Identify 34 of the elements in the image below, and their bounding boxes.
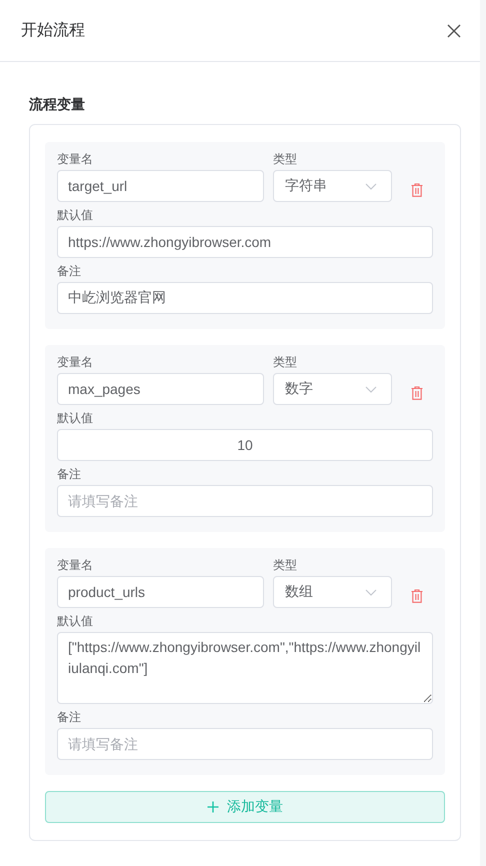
field-label: 变量名: [57, 557, 93, 574]
input-field[interactable]: https://www.zhongyibrowser.com: [57, 226, 433, 258]
field-label: 默认值: [57, 613, 93, 630]
field-label: 默认值: [57, 410, 93, 427]
field-label: 备注: [57, 466, 81, 483]
close-icon[interactable]: [447, 24, 461, 38]
delete-icon[interactable]: [411, 386, 423, 400]
input-field[interactable]: max_pages: [57, 373, 264, 405]
dialog-title: 开始流程: [21, 20, 85, 41]
chevron-down-icon: [365, 588, 377, 596]
number-field[interactable]: 10: [57, 429, 433, 461]
field-label: 变量名: [57, 354, 93, 371]
input-field[interactable]: 请填写备注: [57, 485, 433, 517]
type-dropdown[interactable]: 数字: [273, 373, 392, 405]
type-dropdown[interactable]: 字符串: [273, 170, 392, 202]
plus-icon: [207, 801, 219, 813]
delete-icon[interactable]: [411, 183, 423, 197]
chevron-down-icon: [365, 182, 377, 190]
input-field[interactable]: product_urls: [57, 576, 264, 608]
delete-icon[interactable]: [411, 589, 423, 603]
input-field[interactable]: 中屹浏览器官网: [57, 282, 433, 314]
section-title: 流程变量: [29, 96, 86, 114]
field-label: 备注: [57, 263, 81, 280]
field-label: 类型: [273, 354, 297, 371]
type-dropdown[interactable]: 数组: [273, 576, 392, 608]
input-field[interactable]: 请填写备注: [57, 728, 433, 760]
field-label: 变量名: [57, 151, 93, 168]
chevron-down-icon: [365, 386, 377, 392]
field-label: 类型: [273, 151, 297, 168]
field-label: 类型: [273, 557, 297, 574]
field-label: 备注: [57, 709, 81, 726]
field-label: 默认值: [57, 207, 93, 224]
input-field[interactable]: target_url: [57, 170, 264, 202]
textarea-field[interactable]: ["https://www.zhongyibrowser.com","https://www.zhongyiliulanqi.com"]: [57, 632, 433, 704]
